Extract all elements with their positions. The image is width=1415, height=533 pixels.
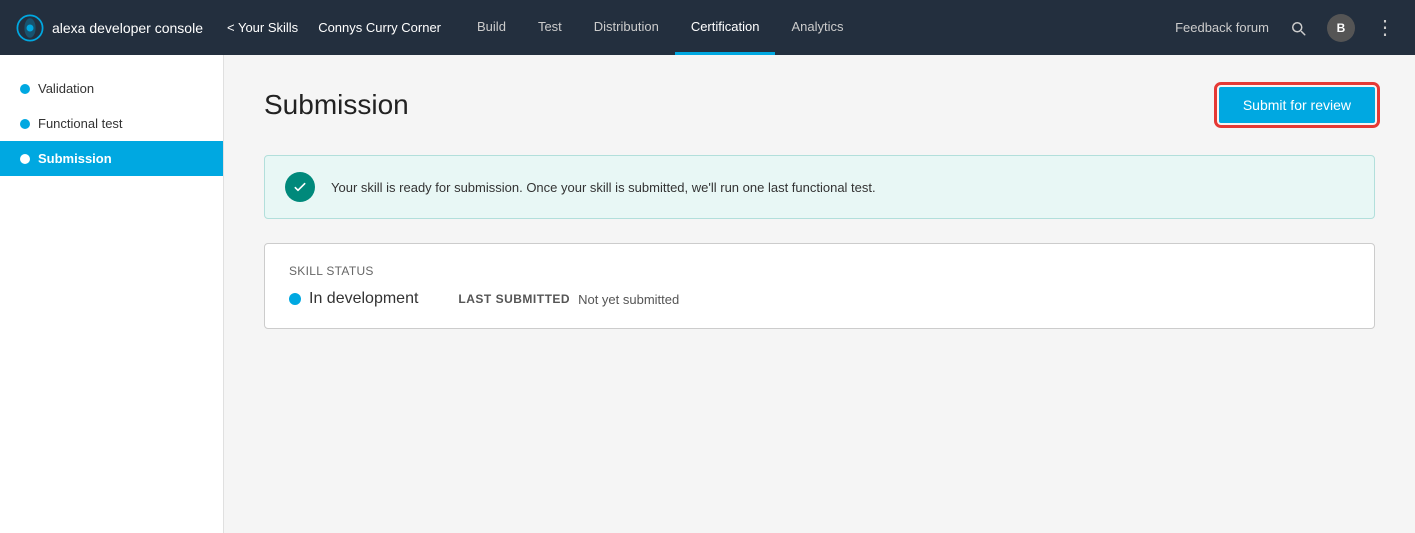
back-to-skills[interactable]: < Your Skills <box>227 20 298 35</box>
page-header: Submission Submit for review <box>264 87 1375 123</box>
functional-test-dot <box>20 119 30 129</box>
sidebar-item-submission[interactable]: Submission <box>0 141 223 176</box>
sidebar-item-validation[interactable]: Validation <box>0 71 223 106</box>
alert-message: Your skill is ready for submission. Once… <box>331 180 876 195</box>
main-content: Submission Submit for review Your skill … <box>224 55 1415 533</box>
sidebar-item-validation-label: Validation <box>38 81 94 96</box>
status-indicator: In development <box>289 290 418 308</box>
search-button[interactable] <box>1285 15 1311 41</box>
alexa-icon <box>16 14 44 42</box>
skill-status-card: Skill Status In development LAST SUBMITT… <box>264 243 1375 329</box>
more-menu-button[interactable]: ⋮ <box>1371 14 1399 42</box>
check-icon <box>285 172 315 202</box>
tab-build[interactable]: Build <box>461 0 522 55</box>
submission-dot <box>20 154 30 164</box>
ready-alert-banner: Your skill is ready for submission. Once… <box>264 155 1375 219</box>
sidebar-item-functional-test-label: Functional test <box>38 116 123 131</box>
skill-name: Connys Curry Corner <box>318 20 441 35</box>
main-layout: Validation Functional test Submission Su… <box>0 55 1415 533</box>
last-submitted-label: LAST SUBMITTED <box>458 292 570 306</box>
tab-test[interactable]: Test <box>522 0 578 55</box>
search-icon <box>1289 19 1307 37</box>
nav-right: Feedback forum B ⋮ <box>1175 14 1399 42</box>
sidebar-item-functional-test[interactable]: Functional test <box>0 106 223 141</box>
nav-tabs: Build Test Distribution Certification An… <box>461 0 859 55</box>
submit-for-review-button[interactable]: Submit for review <box>1219 87 1375 123</box>
sidebar-item-submission-label: Submission <box>38 151 112 166</box>
validation-dot <box>20 84 30 94</box>
sidebar: Validation Functional test Submission <box>0 55 224 533</box>
more-icon: ⋮ <box>1375 18 1395 38</box>
feedback-forum-link[interactable]: Feedback forum <box>1175 20 1269 35</box>
top-nav: alexa developer console < Your Skills Co… <box>0 0 1415 55</box>
brand-title: alexa developer console <box>52 20 203 36</box>
status-dot <box>289 293 301 305</box>
status-row: In development LAST SUBMITTED Not yet su… <box>289 290 1350 308</box>
page-title: Submission <box>264 89 409 121</box>
skill-status-section-label: Skill Status <box>289 264 1350 278</box>
status-text: In development <box>309 290 418 308</box>
last-submitted: LAST SUBMITTED Not yet submitted <box>458 292 679 307</box>
tab-certification[interactable]: Certification <box>675 0 776 55</box>
user-avatar[interactable]: B <box>1327 14 1355 42</box>
brand-logo: alexa developer console <box>16 14 203 42</box>
checkmark-icon <box>292 179 308 195</box>
tab-distribution[interactable]: Distribution <box>578 0 675 55</box>
tab-analytics[interactable]: Analytics <box>775 0 859 55</box>
last-submitted-value: Not yet submitted <box>578 292 679 307</box>
